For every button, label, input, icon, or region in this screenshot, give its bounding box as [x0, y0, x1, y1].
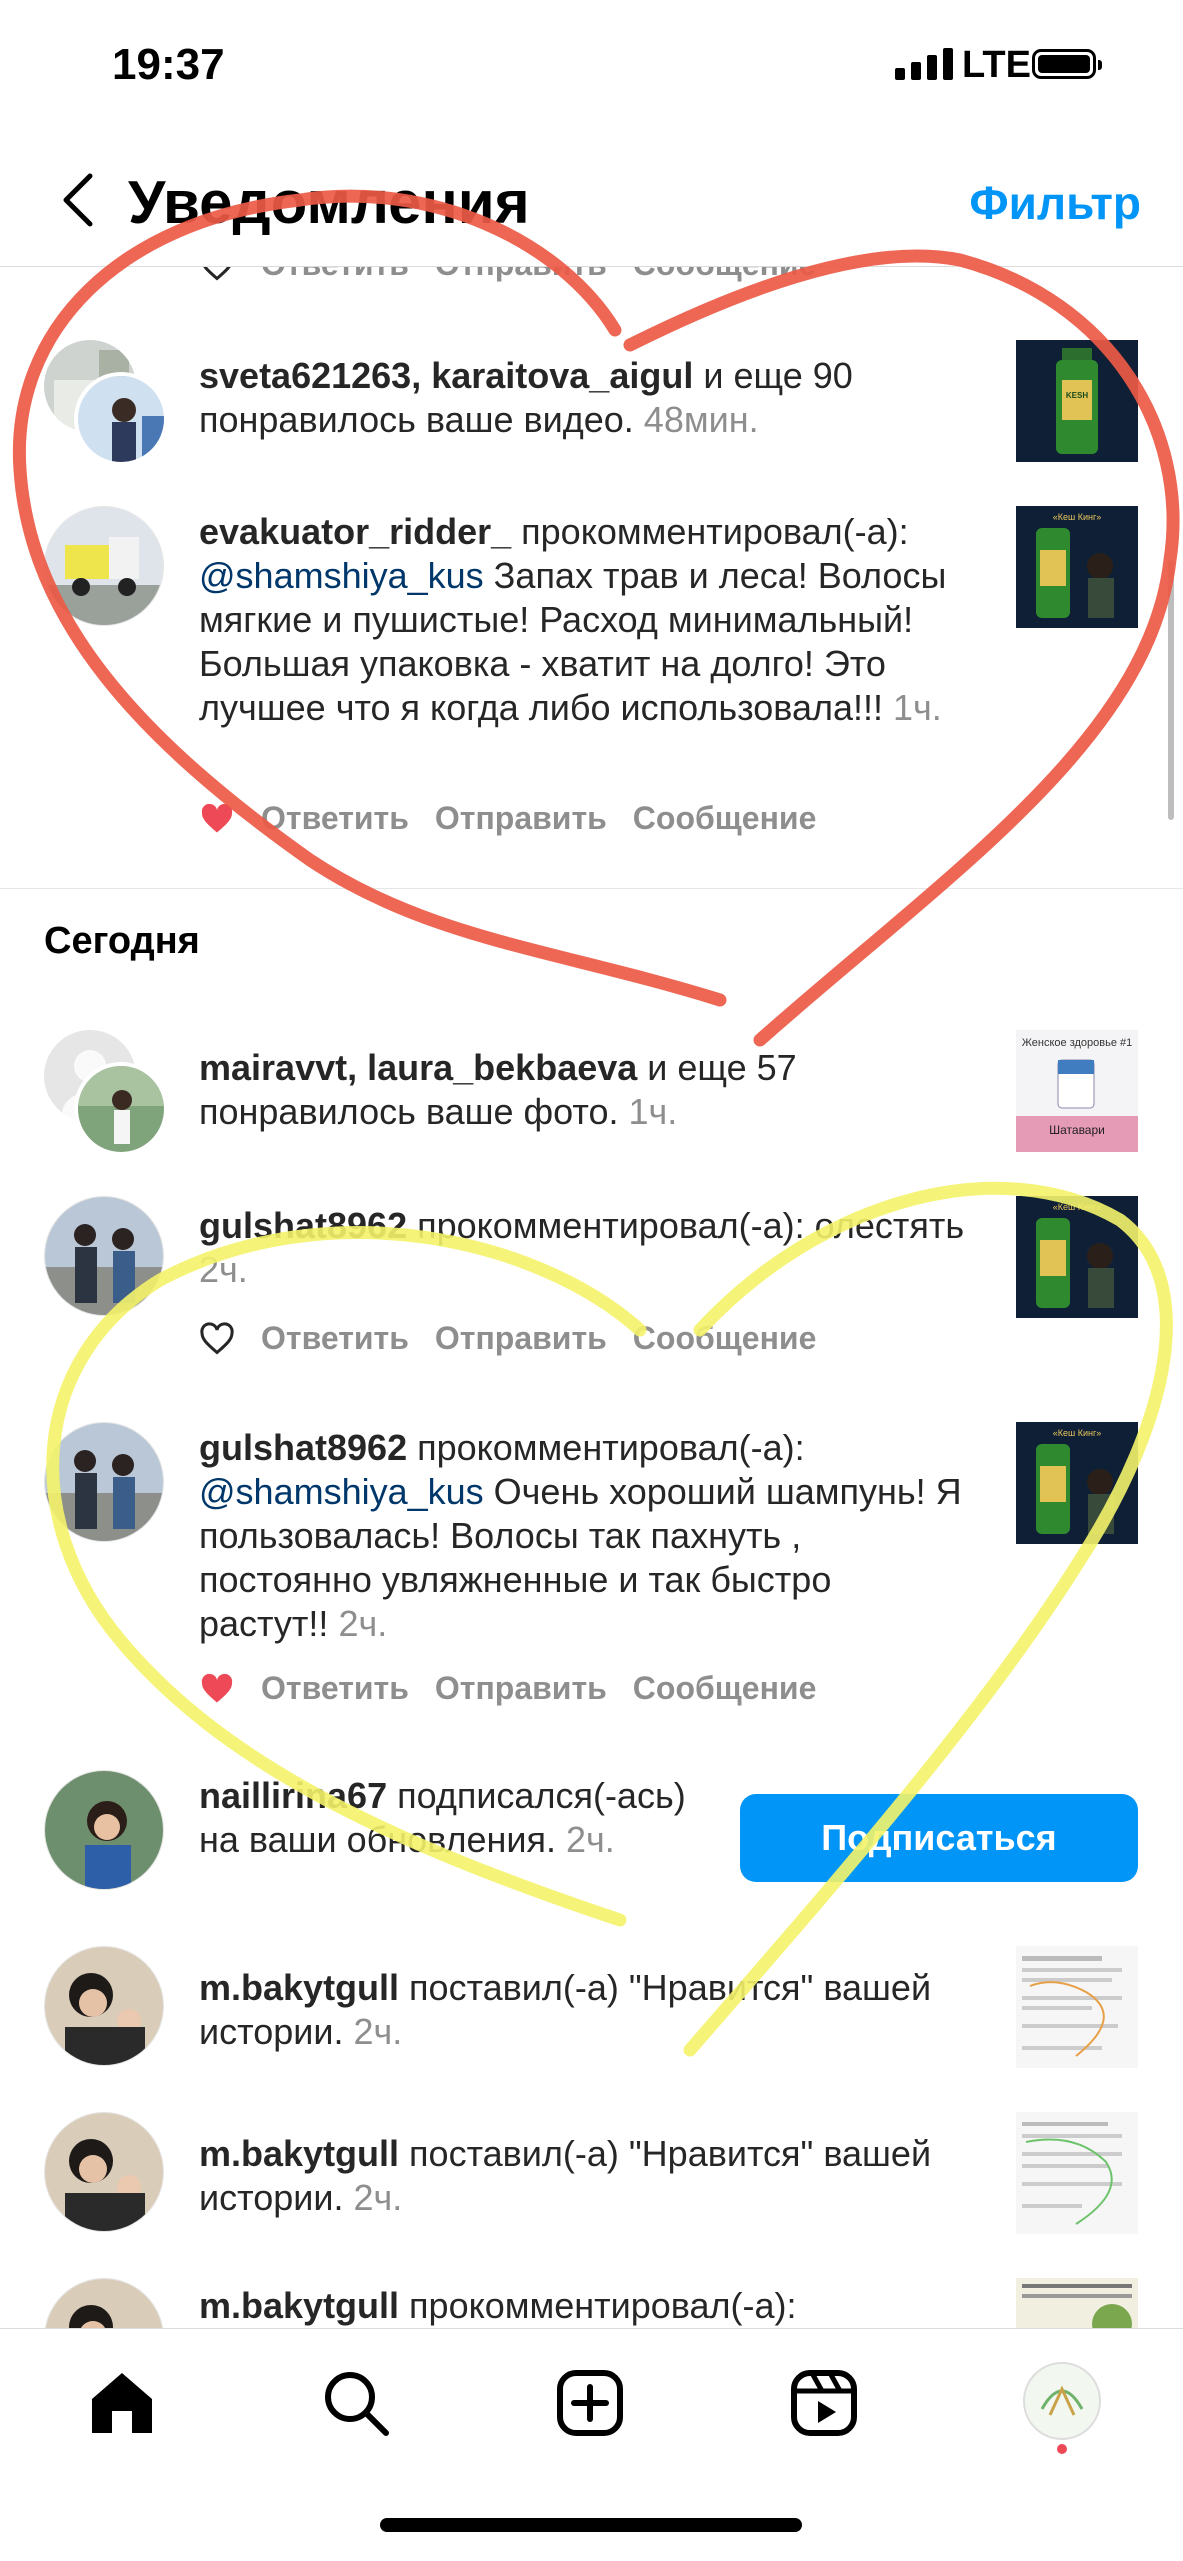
message-button[interactable]: Сообщение	[633, 1320, 817, 1357]
svg-text:Шатавари: Шатавари	[1049, 1123, 1105, 1137]
search-icon[interactable]	[316, 2363, 396, 2443]
notification-text: m.bakytgull поставил(-а) "Нравится" ваше…	[199, 1967, 932, 2052]
post-thumbnail[interactable]: KESH	[1016, 340, 1138, 462]
create-icon[interactable]	[550, 2363, 630, 2443]
profile-avatar[interactable]	[1020, 2359, 1104, 2443]
signal-icon	[895, 48, 953, 80]
filter-button[interactable]: Фильтр	[969, 176, 1141, 230]
post-thumbnail[interactable]: Женское здоровье #1 Шатавари	[1016, 1030, 1138, 1152]
username[interactable]: sveta621263, karaitova_aigul	[199, 355, 693, 396]
reply-button[interactable]: Ответить	[261, 800, 409, 837]
heart-filled-icon[interactable]	[199, 1672, 235, 1706]
avatar[interactable]	[44, 1422, 164, 1542]
home-icon[interactable]	[82, 2363, 162, 2443]
svg-text:Женское здоровье #1: Женское здоровье #1	[1022, 1037, 1133, 1049]
mention-link[interactable]: @shamshiya_kus	[199, 555, 484, 596]
username[interactable]: m.bakytgull	[199, 2285, 399, 2326]
avatar[interactable]	[44, 2112, 164, 2232]
send-button[interactable]: Отправить	[435, 800, 607, 837]
section-heading: Сегодня	[44, 920, 200, 962]
reels-icon[interactable]	[784, 2363, 864, 2443]
username[interactable]: naillirina67	[199, 1775, 387, 1816]
notification-text: gulshat8962 прокомментировал(-а): @shams…	[199, 1427, 962, 1644]
status-bar: 19:37 LTE	[0, 0, 1183, 130]
story-thumbnail[interactable]	[1016, 1946, 1138, 2068]
timestamp: 1ч.	[628, 1091, 678, 1132]
reply-button[interactable]: Ответить	[261, 1320, 409, 1357]
send-button[interactable]: Отправить	[435, 1320, 607, 1357]
status-time: 19:37	[112, 40, 225, 89]
timestamp: 2ч.	[199, 1249, 248, 1290]
notification-text: sveta621263, karaitova_aigul и еще 90 по…	[199, 355, 853, 440]
post-thumbnail[interactable]: «Кеш Кинг»	[1016, 1422, 1138, 1544]
timestamp: 48мин.	[643, 399, 759, 440]
top-nav: Уведомления Фильтр	[0, 140, 1183, 267]
username[interactable]: gulshat8962	[199, 1205, 407, 1246]
battery-icon	[1032, 49, 1102, 79]
avatar[interactable]	[44, 1770, 164, 1890]
username[interactable]: m.bakytgull	[199, 2133, 399, 2174]
divider	[0, 888, 1183, 889]
avatar[interactable]	[74, 1062, 168, 1156]
heart-filled-icon[interactable]	[199, 802, 235, 836]
timestamp: 2ч.	[353, 2177, 403, 2218]
scrollbar[interactable]	[1168, 560, 1174, 820]
notification-text: m.bakytgull прокомментировал(-а):	[199, 2285, 797, 2326]
notification-actions: Ответить Отправить Сообщение	[199, 1320, 816, 1357]
message-button[interactable]: Сообщение	[633, 800, 817, 837]
timestamp: 2ч.	[566, 1819, 615, 1860]
message-button[interactable]: Сообщение	[633, 1670, 817, 1707]
timestamp: 1ч.	[893, 687, 942, 728]
timestamp: 2ч.	[353, 2011, 403, 2052]
svg-text:«Кеш Кинг»: «Кеш Кинг»	[1053, 512, 1102, 522]
follow-button[interactable]: Подписаться	[740, 1794, 1138, 1882]
network-label: LTE	[962, 44, 1031, 86]
username[interactable]: mairavvt, laura_bekbaeva	[199, 1047, 637, 1088]
avatar[interactable]	[44, 1946, 164, 2066]
heart-outline-icon[interactable]	[199, 1321, 235, 1356]
avatar[interactable]	[44, 1196, 164, 1316]
notification-text: gulshat8962 прокомментировал(-а): олестя…	[199, 1205, 965, 1290]
svg-text:KESH: KESH	[1066, 391, 1088, 400]
avatar[interactable]	[44, 506, 164, 626]
username[interactable]: gulshat8962	[199, 1427, 407, 1468]
notification-text: m.bakytgull поставил(-а) "Нравится" ваше…	[199, 2133, 932, 2218]
username[interactable]: evakuator_ridder_	[199, 511, 511, 552]
post-thumbnail[interactable]: «Кеш Кинг»	[1016, 1196, 1138, 1318]
avatar[interactable]	[74, 372, 168, 466]
username[interactable]: m.bakytgull	[199, 1967, 399, 2008]
story-thumbnail[interactable]	[1016, 2112, 1138, 2234]
activity-dot	[1057, 2444, 1067, 2454]
home-indicator	[380, 2518, 802, 2532]
svg-text:«Кеш Кинг»: «Кеш Кинг»	[1053, 1428, 1102, 1438]
reply-button[interactable]: Ответить	[261, 1670, 409, 1707]
svg-text:«Кеш Кинг»: «Кеш Кинг»	[1053, 1202, 1102, 1212]
notification-actions: Ответить Отправить Сообщение	[199, 800, 816, 837]
notification-actions: Ответить Отправить Сообщение	[199, 1670, 816, 1707]
post-thumbnail[interactable]: «Кеш Кинг»	[1016, 506, 1138, 628]
send-button[interactable]: Отправить	[435, 1670, 607, 1707]
timestamp: 2ч.	[338, 1603, 388, 1644]
notification-text: naillirina67 подписался(-ась) на ваши об…	[199, 1775, 686, 1860]
back-icon[interactable]	[52, 170, 112, 230]
page-title: Уведомления	[128, 169, 530, 236]
notification-text: evakuator_ridder_ прокомментировал(-а): …	[199, 511, 947, 728]
mention-link[interactable]: @shamshiya_kus	[199, 1471, 484, 1512]
notification-text: mairavvt, laura_bekbaeva и еще 57 понрав…	[199, 1047, 797, 1132]
